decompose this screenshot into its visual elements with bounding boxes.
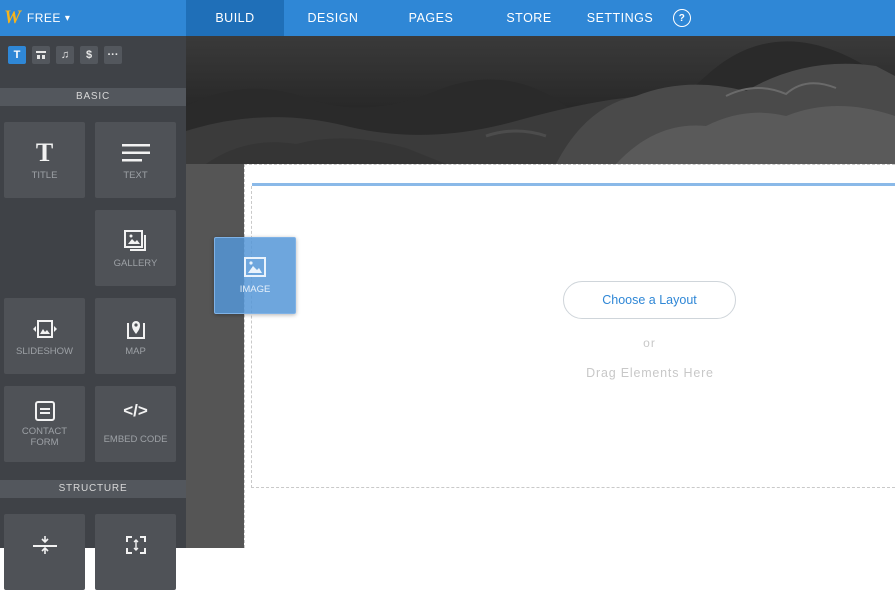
text-label: TEXT [123,170,148,181]
title-element[interactable]: T TITLE [4,122,85,198]
canvas-gutter [186,164,244,548]
help-button[interactable]: ? [662,0,702,36]
section-basic-heading: BASIC [0,88,186,106]
weebly-logo: W [4,7,21,28]
section-structure-heading: STRUCTURE [0,480,186,498]
embed-code-label: EMBED CODE [103,434,168,445]
gallery-label: GALLERY [113,258,158,269]
title-label: TITLE [31,170,58,181]
contact-form-label-line2: FORM [30,437,59,448]
gallery-icon [95,224,176,258]
code-icon: </> [123,401,148,420]
map-label: MAP [125,346,146,357]
sidebar-tabs: T ♫ $ ··· [8,46,122,64]
slideshow-icon [4,312,85,346]
layout-tab-icon[interactable] [32,46,50,64]
contact-form-element[interactable]: CONTACT FORM [4,386,85,462]
embed-code-element[interactable]: </> EMBED CODE [95,386,176,462]
header-background-image [186,36,895,164]
tab-settings[interactable]: SETTINGS [578,0,662,36]
chevron-down-icon: ▾ [64,12,70,24]
divider-icon [4,528,85,562]
gallery-element[interactable]: GALLERY [95,210,176,286]
main-nav: BUILD DESIGN PAGES STORE SETTINGS ? [186,0,702,36]
choose-layout-button[interactable]: Choose a Layout [563,281,736,319]
form-icon [4,396,85,426]
drag-elements-hint: Drag Elements Here [586,366,714,380]
elements-sidebar: T ♫ $ ··· BASIC T TITLE TEXT GALLERY SLI… [0,36,186,590]
help-icon: ? [673,9,691,27]
map-pin-icon [95,312,176,346]
image-icon [215,250,295,284]
plan-menu[interactable]: W FREE ▾ [0,0,186,36]
text-element[interactable]: TEXT [95,122,176,198]
top-bar: W FREE ▾ BUILD DESIGN PAGES STORE SETTIN… [0,0,895,36]
image-label: IMAGE [239,284,271,295]
text-lines-icon [95,136,176,170]
slideshow-label: SLIDESHOW [15,346,73,357]
slideshow-element[interactable]: SLIDESHOW [4,298,85,374]
text-tab-icon[interactable]: T [8,46,26,64]
dragged-image-element[interactable]: IMAGE [214,237,296,314]
plan-label: FREE [26,11,61,25]
spacer-icon [95,528,176,562]
tab-build[interactable]: BUILD [186,0,284,36]
or-separator: or [643,336,656,350]
map-element[interactable]: MAP [95,298,176,374]
divider-element[interactable] [4,514,85,590]
title-icon: T [35,138,54,167]
tab-pages[interactable]: PAGES [382,0,480,36]
tab-store[interactable]: STORE [480,0,578,36]
more-tab-icon[interactable]: ··· [104,46,122,64]
music-tab-icon[interactable]: ♫ [56,46,74,64]
tab-design[interactable]: DESIGN [284,0,382,36]
contact-form-label-line1: CONTACT [21,426,68,437]
dollar-tab-icon[interactable]: $ [80,46,98,64]
spacer-element[interactable] [95,514,176,590]
